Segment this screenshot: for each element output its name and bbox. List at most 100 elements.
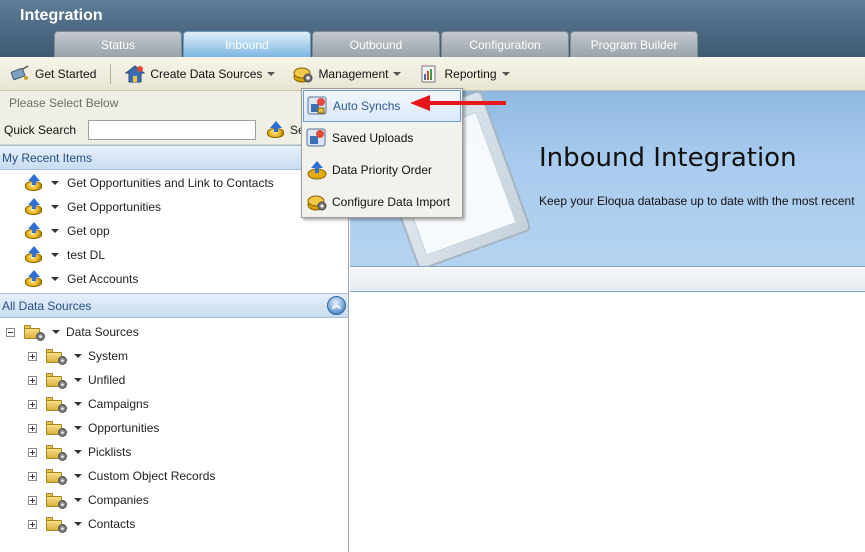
reporting-button[interactable]: Reporting bbox=[413, 61, 515, 87]
menu-item-label: Saved Uploads bbox=[332, 131, 414, 145]
tab-inbound[interactable]: Inbound bbox=[183, 31, 311, 57]
tab-program-builder[interactable]: Program Builder bbox=[570, 31, 698, 57]
expand-tree-icon[interactable] bbox=[28, 447, 37, 457]
page-title: Inbound Integration bbox=[539, 143, 797, 173]
chevron-down-icon[interactable] bbox=[74, 354, 82, 358]
menu-item-data-priority-order[interactable]: Data Priority Order bbox=[303, 154, 461, 186]
tree-node[interactable]: Companies bbox=[0, 488, 348, 512]
all-data-sources-title: All Data Sources bbox=[2, 299, 92, 313]
chevron-down-icon[interactable] bbox=[52, 330, 60, 334]
expand-tree-icon[interactable] bbox=[28, 351, 37, 361]
gold-data-icon bbox=[293, 65, 313, 83]
expand-tree-icon[interactable] bbox=[28, 399, 37, 409]
tab-status[interactable]: Status bbox=[54, 31, 182, 57]
recent-items-list: Get Opportunities and Link to Contacts G… bbox=[0, 170, 348, 291]
collapse-tree-icon[interactable] bbox=[6, 327, 15, 337]
get-started-label: Get Started bbox=[35, 66, 97, 81]
chevron-down-icon[interactable] bbox=[51, 277, 59, 281]
upload-arrow-icon bbox=[23, 198, 45, 216]
toolbar: Get Started Create Data Sources Manageme… bbox=[0, 57, 865, 91]
tree-node[interactable]: Picklists bbox=[0, 440, 348, 464]
upload-arrow-icon bbox=[306, 160, 328, 180]
satellite-icon bbox=[10, 64, 30, 83]
menu-item-label: Configure Data Import bbox=[332, 195, 451, 209]
list-item-label: test DL bbox=[67, 248, 106, 262]
toolbar-divider bbox=[110, 63, 112, 84]
tree-node-label: System bbox=[88, 349, 129, 363]
expand-tree-icon[interactable] bbox=[28, 423, 37, 433]
folder-gear-icon bbox=[46, 421, 67, 437]
annotation-arrow-icon bbox=[410, 95, 506, 111]
tree-node[interactable]: Unfiled bbox=[0, 368, 348, 392]
collapse-icon[interactable]: ︽ bbox=[327, 296, 346, 315]
chevron-down-icon[interactable] bbox=[74, 426, 82, 430]
quick-search-label: Quick Search bbox=[4, 122, 77, 137]
list-item[interactable]: Get Opportunities bbox=[0, 195, 348, 219]
expand-tree-icon[interactable] bbox=[28, 519, 37, 529]
content-toolbar bbox=[350, 268, 865, 292]
house-icon bbox=[124, 64, 146, 83]
folder-gear-icon bbox=[46, 517, 67, 533]
chevron-down-icon[interactable] bbox=[74, 498, 82, 502]
tree-node[interactable]: Contacts bbox=[0, 512, 348, 536]
tree-node-label: Picklists bbox=[88, 445, 132, 459]
list-item[interactable]: Get Accounts bbox=[0, 267, 348, 291]
tree-node[interactable]: Opportunities bbox=[0, 416, 348, 440]
menu-item-saved-uploads[interactable]: Saved Uploads bbox=[303, 122, 461, 154]
tree-node-data-sources[interactable]: Data Sources bbox=[0, 320, 348, 344]
auto-synch-icon bbox=[307, 96, 329, 116]
tab-outbound[interactable]: Outbound bbox=[312, 31, 440, 57]
page-subtitle: Keep your Eloqua database up to date wit… bbox=[539, 194, 855, 208]
chevron-down-icon[interactable] bbox=[74, 378, 82, 382]
menu-item-label: Data Priority Order bbox=[332, 163, 433, 177]
tree-node-label: Opportunities bbox=[88, 421, 160, 435]
list-item[interactable]: Get Opportunities and Link to Contacts bbox=[0, 171, 348, 195]
folder-gear-icon bbox=[24, 325, 45, 341]
list-item[interactable]: Get opp bbox=[0, 219, 348, 243]
get-started-button[interactable]: Get Started bbox=[4, 61, 102, 87]
create-data-sources-button[interactable]: Create Data Sources bbox=[119, 61, 281, 87]
create-data-sources-label: Create Data Sources bbox=[150, 66, 263, 81]
tree-node-label: Unfiled bbox=[88, 373, 126, 387]
list-item-label: Get Opportunities bbox=[67, 200, 162, 214]
chevron-down-icon[interactable] bbox=[51, 253, 59, 257]
folder-gear-icon bbox=[46, 445, 67, 461]
saved-uploads-icon bbox=[306, 128, 328, 148]
tree-node[interactable]: Custom Object Records bbox=[0, 464, 348, 488]
folder-gear-icon bbox=[46, 349, 67, 365]
tree-node[interactable]: Campaigns bbox=[0, 392, 348, 416]
chevron-down-icon[interactable] bbox=[51, 205, 59, 209]
menu-item-label: Auto Synchs bbox=[333, 99, 401, 113]
gold-data-icon bbox=[306, 192, 328, 212]
chevron-down-icon[interactable] bbox=[74, 450, 82, 454]
tree-node-label: Data Sources bbox=[66, 325, 139, 339]
recent-items-title: My Recent Items bbox=[2, 151, 93, 165]
chevron-down-icon[interactable] bbox=[51, 181, 59, 185]
chevron-down-icon bbox=[501, 71, 510, 76]
folder-gear-icon bbox=[46, 397, 67, 413]
app-header: Integration Status Inbound Outbound Conf… bbox=[0, 0, 865, 57]
tree-node[interactable]: System bbox=[0, 344, 348, 368]
list-item-label: Get Opportunities and Link to Contacts bbox=[67, 176, 274, 190]
upload-arrow-icon bbox=[23, 246, 45, 264]
chevron-down-icon[interactable] bbox=[74, 474, 82, 478]
expand-tree-icon[interactable] bbox=[28, 375, 37, 385]
upload-arrow-icon bbox=[23, 270, 45, 288]
management-button[interactable]: Management bbox=[287, 61, 407, 87]
data-sources-tree: Data Sources System Unfiled Campaigns Op… bbox=[0, 318, 348, 536]
all-data-sources-header[interactable]: All Data Sources ︽ bbox=[0, 293, 348, 318]
tab-configuration[interactable]: Configuration bbox=[441, 31, 569, 57]
menu-item-configure-data-import[interactable]: Configure Data Import bbox=[303, 186, 461, 218]
reporting-label: Reporting bbox=[444, 66, 497, 81]
quick-search-button[interactable]: Se bbox=[265, 120, 305, 139]
tree-node-label: Contacts bbox=[88, 517, 136, 531]
list-item[interactable]: test DL bbox=[0, 243, 348, 267]
recent-items-header[interactable]: My Recent Items bbox=[0, 145, 348, 170]
chevron-down-icon[interactable] bbox=[74, 522, 82, 526]
quick-search-input[interactable] bbox=[88, 119, 256, 140]
expand-tree-icon[interactable] bbox=[28, 495, 37, 505]
list-item-label: Get Accounts bbox=[67, 272, 139, 286]
expand-tree-icon[interactable] bbox=[28, 471, 37, 481]
chevron-down-icon[interactable] bbox=[51, 229, 59, 233]
chevron-down-icon[interactable] bbox=[74, 402, 82, 406]
